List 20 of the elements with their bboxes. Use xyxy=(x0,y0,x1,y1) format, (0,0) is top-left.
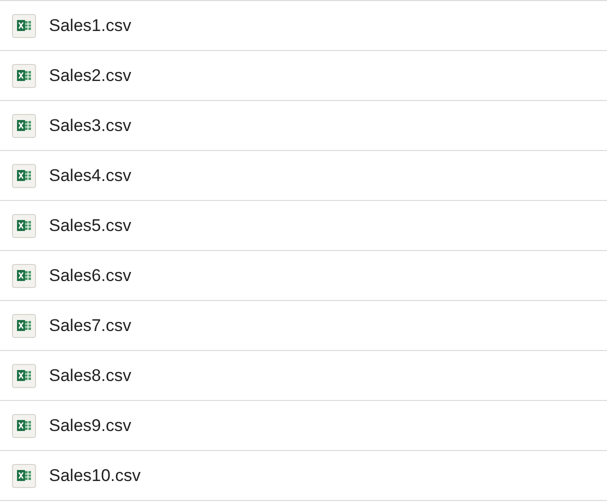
file-name: Sales9.csv xyxy=(49,416,132,436)
file-name: Sales1.csv xyxy=(49,16,132,36)
file-name: Sales7.csv xyxy=(49,316,132,336)
file-name: Sales6.csv xyxy=(49,266,132,286)
spreadsheet-icon xyxy=(12,364,36,388)
file-name: Sales4.csv xyxy=(49,166,132,186)
spreadsheet-icon xyxy=(12,264,36,288)
file-name: Sales3.csv xyxy=(49,116,132,136)
spreadsheet-icon xyxy=(12,64,36,88)
file-name: Sales2.csv xyxy=(49,66,132,86)
file-name: Sales10.csv xyxy=(49,466,141,486)
spreadsheet-icon xyxy=(12,464,36,488)
spreadsheet-icon xyxy=(12,214,36,238)
spreadsheet-icon xyxy=(12,114,36,138)
spreadsheet-icon xyxy=(12,164,36,188)
spreadsheet-icon xyxy=(12,14,36,38)
spreadsheet-icon xyxy=(12,314,36,338)
file-name: Sales5.csv xyxy=(49,216,132,236)
spreadsheet-icon xyxy=(12,414,36,438)
file-name: Sales8.csv xyxy=(49,366,132,386)
